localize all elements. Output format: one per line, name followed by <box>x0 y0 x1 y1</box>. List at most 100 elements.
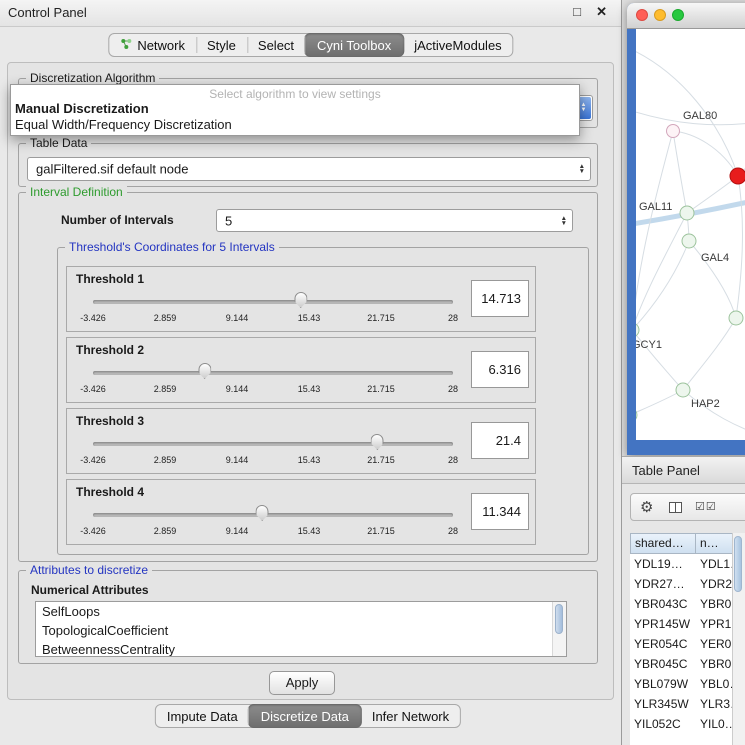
network-icon <box>120 38 132 53</box>
number-of-intervals-combobox[interactable]: 5 ▲▼ <box>216 209 573 232</box>
tab-discretize-data[interactable]: Discretize Data <box>248 704 362 728</box>
attributes-listbox: SelfLoops TopologicalCoefficient Between… <box>35 601 567 657</box>
tab-select[interactable]: Select <box>247 34 305 56</box>
node-label: GAL4 <box>701 252 729 264</box>
table-panel-title: Table Panel <box>632 463 700 478</box>
threshold-1-row: Threshold 1 -3.426 2.859 9.144 15.43 21.… <box>66 266 536 332</box>
network-canvas[interactable]: GAL80 GAL11 GAL4 GCY1 HAP2 <box>636 29 745 440</box>
apply-button[interactable]: Apply <box>269 671 335 695</box>
threshold-2-slider[interactable] <box>93 369 453 377</box>
network-node[interactable] <box>729 311 743 325</box>
tab-label: Network <box>137 38 185 53</box>
close-traffic-light-icon[interactable] <box>636 9 648 21</box>
attributes-group: Attributes to discretize Numerical Attri… <box>18 570 598 664</box>
tab-infer-network[interactable]: Infer Network <box>361 705 460 727</box>
app-root: Control Panel □ ✕ Network Style Select <box>0 0 745 745</box>
table-row[interactable]: YPR145WYPR1… <box>630 614 745 634</box>
threshold-3-value-field[interactable]: 21.4 <box>471 422 529 459</box>
algorithm-dropdown-list: Select algorithm to view settings Manual… <box>10 84 580 136</box>
tab-style[interactable]: Style <box>196 34 247 56</box>
network-graph <box>636 29 745 440</box>
table-panel: ⚙ ☑☑ shared… n… YDL19…YDL1… YDR27…YDR2… … <box>622 484 745 745</box>
network-node[interactable] <box>636 323 639 337</box>
table-row[interactable]: YBR045CYBR0… <box>630 654 745 674</box>
list-item[interactable]: SelfLoops <box>36 602 566 621</box>
zoom-traffic-light-icon[interactable] <box>672 9 684 21</box>
table-row[interactable]: YDR27…YDR2… <box>630 574 745 594</box>
slider-track[interactable] <box>93 513 453 517</box>
table-row[interactable]: YBL079WYBL0… <box>630 674 745 694</box>
network-node[interactable] <box>667 125 680 138</box>
slider-track[interactable] <box>93 300 453 304</box>
network-node[interactable] <box>676 383 690 397</box>
dropdown-option-equal-width[interactable]: Equal Width/Frequency Discretization <box>15 117 232 132</box>
minimize-traffic-light-icon[interactable] <box>654 9 666 21</box>
control-panel-titlebar: Control Panel □ ✕ <box>0 0 621 27</box>
network-view-window: GAL80 GAL11 GAL4 GCY1 HAP2 <box>627 3 745 455</box>
tab-network[interactable]: Network <box>109 34 196 56</box>
threshold-2-value-field[interactable]: 6.316 <box>471 351 529 388</box>
slider-track[interactable] <box>93 442 453 446</box>
gear-icon[interactable]: ⚙ <box>640 498 653 516</box>
float-window-icon[interactable]: □ <box>573 4 581 19</box>
tab-cyni-toolbox[interactable]: Cyni Toolbox <box>304 33 404 57</box>
threshold-4-value-field[interactable]: 11.344 <box>471 493 529 530</box>
table-row[interactable]: YLR345WYLR3… <box>630 694 745 714</box>
network-node[interactable] <box>680 206 694 220</box>
slider-thumb[interactable] <box>371 434 384 450</box>
table-data-combobox[interactable]: galFiltered.sif default node ▲▼ <box>27 157 591 181</box>
group-title: Interval Definition <box>26 185 127 199</box>
threshold-3-slider[interactable] <box>93 440 453 448</box>
network-node-selected-red[interactable] <box>730 168 745 184</box>
table-toolbar: ⚙ ☑☑ <box>630 493 745 521</box>
threshold-1-value-field[interactable]: 14.713 <box>471 280 529 317</box>
threshold-2-row: Threshold 2 -3.426 2.859 9.144 15.43 21.… <box>66 337 536 403</box>
close-icon[interactable]: ✕ <box>596 4 607 20</box>
slider-thumb[interactable] <box>256 505 269 521</box>
threshold-4-row: Threshold 4 -3.426 2.859 9.144 15.43 21.… <box>66 479 536 545</box>
node-label: GAL80 <box>683 110 717 122</box>
node-label: GCY1 <box>636 339 662 351</box>
top-tabbar: Network Style Select Cyni Toolbox jActiv… <box>108 33 513 57</box>
combobox-value: 5 <box>225 213 232 228</box>
table-panel-header: Table Panel <box>622 456 745 484</box>
updown-arrows-icon: ▲▼ <box>579 164 585 174</box>
threshold-1-slider[interactable] <box>93 298 453 306</box>
table-data-group: Table Data galFiltered.sif default node … <box>18 143 598 187</box>
tab-impute-data[interactable]: Impute Data <box>156 705 249 727</box>
table-scrollbar[interactable] <box>732 533 745 745</box>
bottom-tabbar: Impute Data Discretize Data Infer Networ… <box>155 704 461 728</box>
node-label: HAP2 <box>691 398 720 410</box>
slider-track[interactable] <box>93 371 453 375</box>
list-item[interactable]: TopologicalCoefficient <box>36 621 566 640</box>
numerical-attributes-label: Numerical Attributes <box>31 583 149 597</box>
threshold-4-slider[interactable] <box>93 511 453 519</box>
scrollbar-thumb[interactable] <box>555 604 563 634</box>
column-chooser-icon[interactable] <box>669 502 682 513</box>
network-window-titlebar[interactable] <box>627 3 745 29</box>
group-title: Table Data <box>26 136 91 150</box>
number-of-intervals-label: Number of Intervals <box>61 213 174 227</box>
thresholds-group: Threshold's Coordinates for 5 Intervals … <box>57 247 589 555</box>
node-label: GAL11 <box>639 201 672 213</box>
tab-jactivemodules[interactable]: jActiveModules <box>403 34 512 56</box>
slider-thumb[interactable] <box>198 363 211 379</box>
table-row[interactable]: YIL052CYIL0… <box>630 714 745 734</box>
list-scrollbar[interactable] <box>552 602 566 656</box>
network-node[interactable] <box>682 234 696 248</box>
scrollbar-thumb[interactable] <box>734 536 742 592</box>
threshold-3-row: Threshold 3 -3.426 2.859 9.144 15.43 21.… <box>66 408 536 474</box>
table-row[interactable]: YER054CYER0… <box>630 634 745 654</box>
network-node[interactable] <box>636 408 637 422</box>
select-columns-icon[interactable]: ☑☑ <box>695 500 717 513</box>
list-item[interactable]: BetweennessCentrality <box>36 640 566 657</box>
table-row[interactable]: YBR043CYBR0… <box>630 594 745 614</box>
dropdown-header-item: Select algorithm to view settings <box>11 87 579 101</box>
control-panel-body: Discretization Algorithm ▲▼ Select algor… <box>7 62 614 700</box>
group-title: Discretization Algorithm <box>26 71 159 85</box>
slider-thumb[interactable] <box>294 292 307 308</box>
table-row[interactable]: YDL19…YDL1… <box>630 554 745 574</box>
group-title: Attributes to discretize <box>26 563 152 577</box>
dropdown-option-manual[interactable]: Manual Discretization <box>15 101 149 116</box>
column-header-shared-name[interactable]: shared… <box>630 533 696 554</box>
